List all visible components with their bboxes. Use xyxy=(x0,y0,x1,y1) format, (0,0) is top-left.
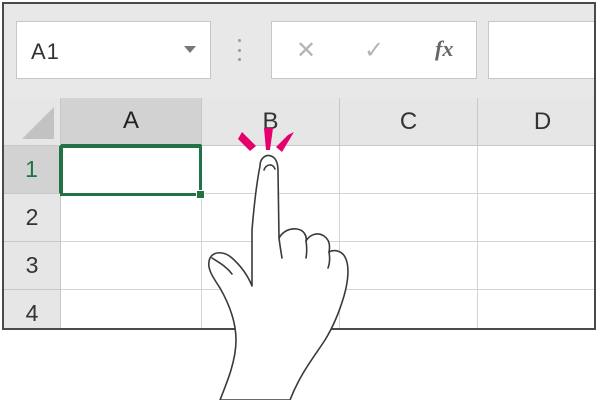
cell-c2[interactable] xyxy=(340,194,478,242)
cell-a3[interactable] xyxy=(61,242,202,290)
formula-buttons: ✕ ✓ fx xyxy=(271,21,477,79)
spreadsheet-window: A1 ✕ ✓ fx A B C D 1 2 3 4 xyxy=(2,2,596,330)
cell-d1[interactable] xyxy=(478,146,594,194)
cell-a2[interactable] xyxy=(61,194,202,242)
row-header-2[interactable]: 2 xyxy=(4,194,61,242)
stage: A1 ✕ ✓ fx A B C D 1 2 3 4 xyxy=(0,0,600,400)
select-all-triangle-icon xyxy=(22,107,54,139)
dropdown-arrow-icon[interactable] xyxy=(184,46,196,53)
cell-b1[interactable] xyxy=(202,146,340,194)
column-header-b[interactable]: B xyxy=(202,98,340,146)
cell-d3[interactable] xyxy=(478,242,594,290)
cell-b2[interactable] xyxy=(202,194,340,242)
cancel-icon[interactable]: ✕ xyxy=(296,36,316,65)
formula-input[interactable] xyxy=(488,21,594,79)
cell-b3[interactable] xyxy=(202,242,340,290)
cell-c3[interactable] xyxy=(340,242,478,290)
row-header-4[interactable]: 4 xyxy=(4,290,61,328)
row-header-1[interactable]: 1 xyxy=(4,146,61,194)
select-all-button[interactable] xyxy=(4,98,61,146)
function-icon[interactable]: fx xyxy=(435,36,453,62)
cell-grid: A B C D 1 2 3 4 xyxy=(4,98,594,328)
cell-a4[interactable] xyxy=(61,290,202,328)
column-header-a[interactable]: A xyxy=(61,98,202,146)
enter-icon[interactable]: ✓ xyxy=(364,36,384,65)
formula-bar: A1 ✕ ✓ fx xyxy=(4,4,594,98)
row-header-3[interactable]: 3 xyxy=(4,242,61,290)
column-header-d[interactable]: D xyxy=(478,98,594,146)
formula-bar-grip-icon[interactable] xyxy=(237,39,241,61)
cell-d2[interactable] xyxy=(478,194,594,242)
fill-handle[interactable] xyxy=(196,190,205,199)
column-header-c[interactable]: C xyxy=(340,98,478,146)
active-cell-border xyxy=(60,145,202,196)
name-box[interactable]: A1 xyxy=(16,21,211,79)
cell-b4[interactable] xyxy=(202,290,340,328)
cell-c4[interactable] xyxy=(340,290,478,328)
cell-d4[interactable] xyxy=(478,290,594,328)
name-box-value: A1 xyxy=(31,39,60,64)
cell-c1[interactable] xyxy=(340,146,478,194)
